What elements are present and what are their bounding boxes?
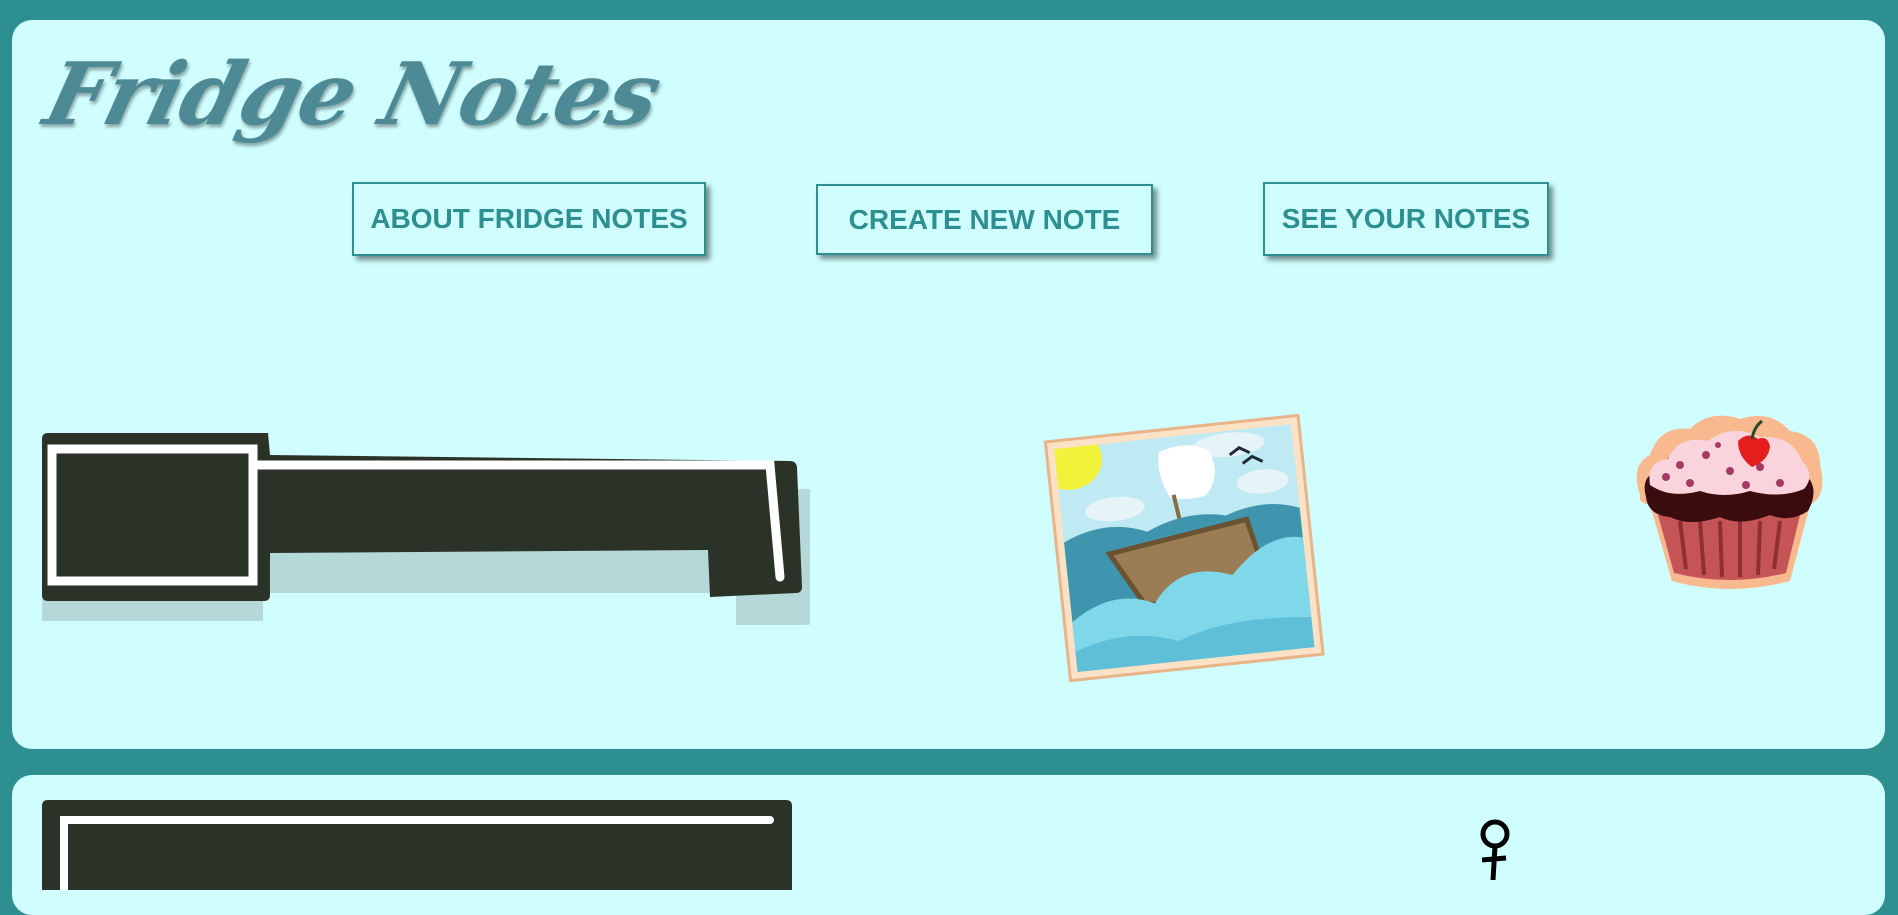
cupcake-magnet-icon[interactable] — [1620, 405, 1830, 595]
stick-figure-magnet-icon[interactable] — [1470, 818, 1520, 880]
fridge-door-top: Fridge Notes ABOUT FRIDGE NOTES CREATE N… — [12, 20, 1885, 749]
about-button[interactable]: ABOUT FRIDGE NOTES — [352, 182, 706, 256]
boat-picture-magnet-icon[interactable] — [1040, 410, 1330, 700]
fridge-handle-top-icon — [42, 433, 810, 625]
fridge-handle-bottom-icon — [42, 800, 792, 890]
see-notes-button[interactable]: SEE YOUR NOTES — [1263, 182, 1549, 256]
create-note-button[interactable]: CREATE NEW NOTE — [816, 184, 1153, 255]
site-logo[interactable]: Fridge Notes — [35, 44, 669, 145]
